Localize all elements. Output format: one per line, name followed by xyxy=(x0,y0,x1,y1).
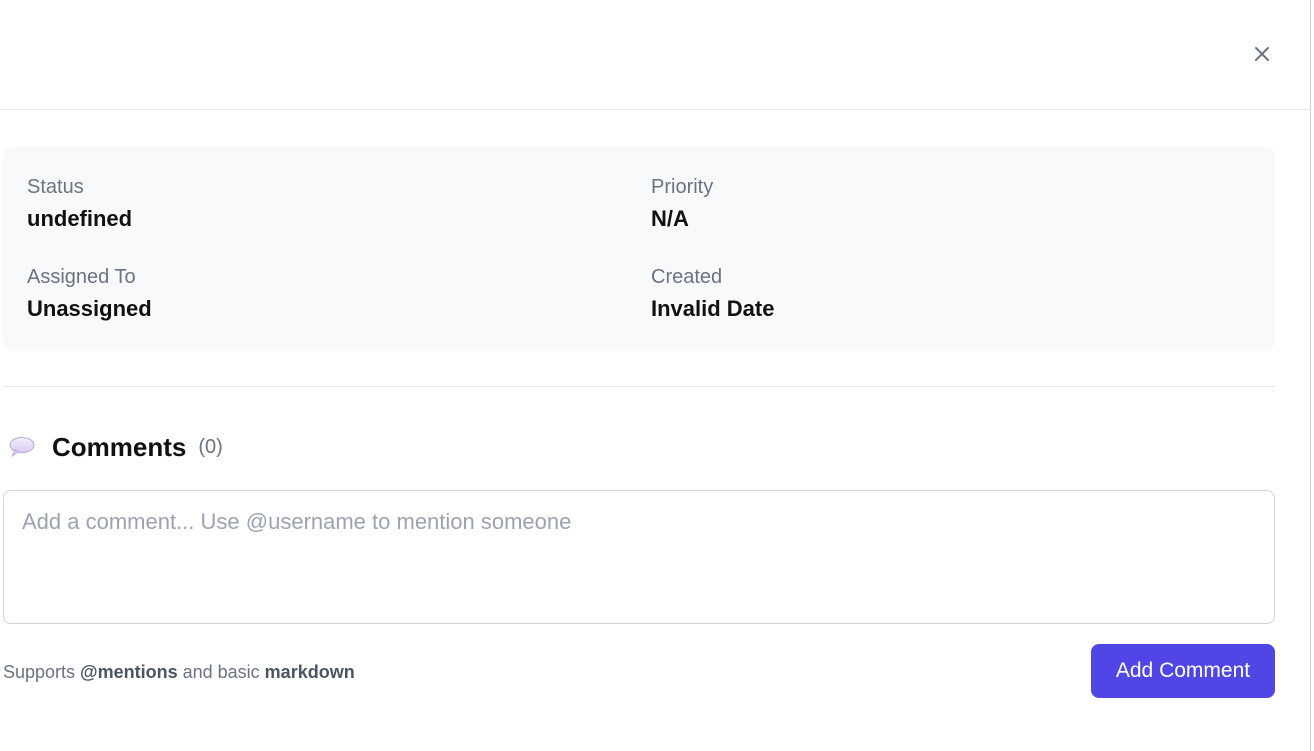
created-field: Created Invalid Date xyxy=(651,265,774,323)
priority-field: Priority N/A xyxy=(651,175,713,233)
speech-bubble-icon xyxy=(8,436,36,458)
close-button[interactable] xyxy=(1248,40,1276,68)
comment-input[interactable] xyxy=(3,490,1275,624)
created-value: Invalid Date xyxy=(651,296,775,321)
comments-count: (0) xyxy=(198,435,223,458)
panel-header xyxy=(0,0,1310,110)
task-detail-panel: Status undefined Priority N/A Assigned T… xyxy=(0,0,1314,751)
hint-prefix: Supports xyxy=(3,662,81,682)
hint-mentions: @mentions xyxy=(80,662,178,682)
assigned-to-label: Assigned To xyxy=(27,266,136,288)
status-field: Status undefined xyxy=(27,175,132,233)
formatting-hint: Supports @mentions and basic markdown xyxy=(3,660,355,684)
add-comment-button[interactable]: Add Comment xyxy=(1091,644,1275,698)
hint-middle: and basic xyxy=(177,662,265,682)
priority-value: N/A xyxy=(651,206,689,231)
section-divider xyxy=(3,386,1275,387)
assigned-to-value: Unassigned xyxy=(27,296,152,321)
close-icon xyxy=(1255,47,1269,61)
hint-markdown: markdown xyxy=(264,662,355,682)
comments-header: Comments (0) xyxy=(8,428,223,466)
assigned-to-field: Assigned To Unassigned xyxy=(27,265,152,323)
created-label: Created xyxy=(651,266,723,288)
background-page-edge xyxy=(1310,0,1314,751)
task-details-card: Status undefined Priority N/A Assigned T… xyxy=(3,147,1275,351)
status-value: undefined xyxy=(27,206,133,231)
comments-title: Comments xyxy=(52,431,187,462)
priority-label: Priority xyxy=(651,176,714,198)
status-label: Status xyxy=(27,176,84,198)
